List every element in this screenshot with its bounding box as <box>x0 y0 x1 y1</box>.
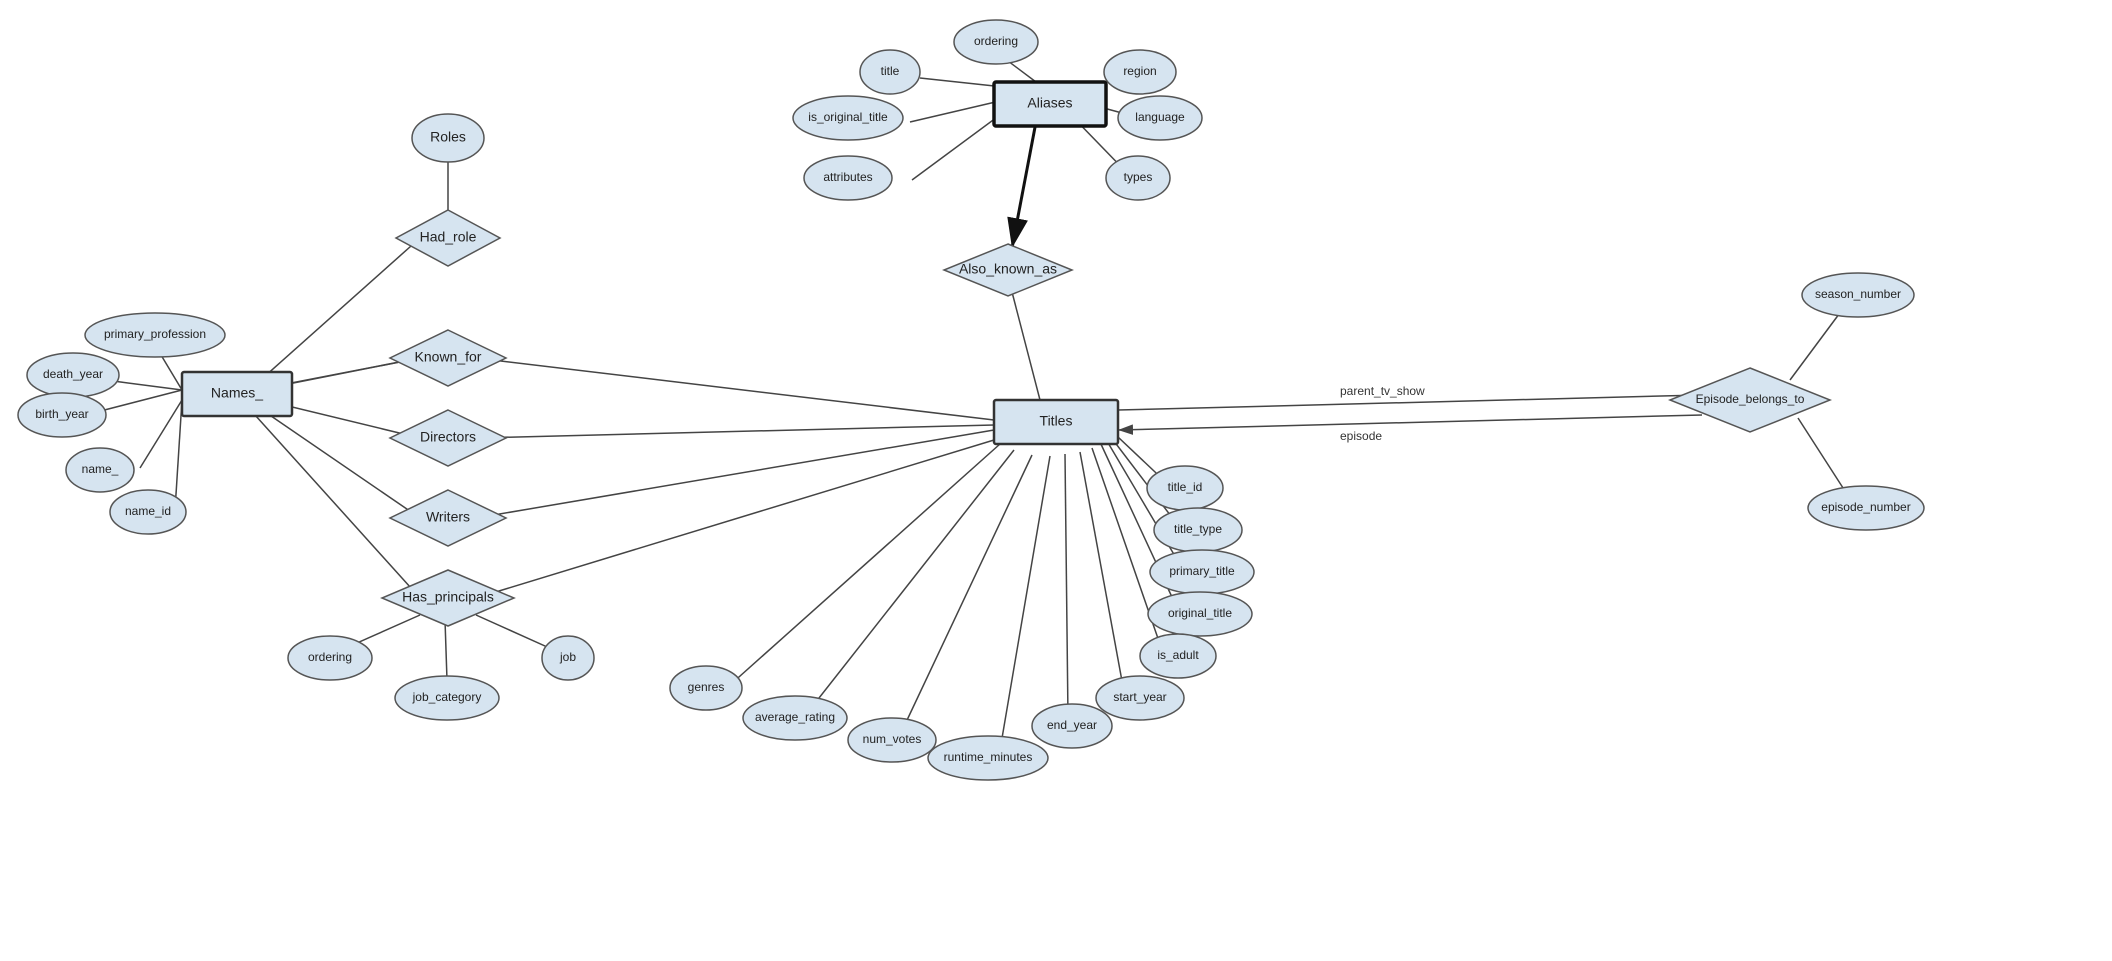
attr-original-title-label: original_title <box>1168 606 1232 620</box>
attr-birth-year-label: birth_year <box>35 407 88 421</box>
attr-num-votes-label: num_votes <box>863 732 922 746</box>
attr-runtime-minutes-label: runtime_minutes <box>944 750 1033 764</box>
line-episode-arrow <box>1118 415 1702 430</box>
attr-job-category-label: job_category <box>412 690 482 704</box>
attr-roles-label: Roles <box>430 129 466 145</box>
attr-end-year-label: end_year <box>1047 718 1097 732</box>
attr-season-number-label: season_number <box>1815 287 1901 301</box>
attr-average-rating-label: average_rating <box>755 710 835 724</box>
attr-name-id-label: name_id <box>125 504 171 518</box>
line-num-votes <box>900 455 1032 735</box>
attr-job-label: job <box>559 650 576 664</box>
rel-had-role-label: Had_role <box>420 229 477 245</box>
line-attributes <box>912 112 1004 180</box>
attr-primary-title-label: primary_title <box>1169 564 1235 578</box>
rel-known-for-label: Known_for <box>415 349 482 365</box>
attr-name-label: name_ <box>82 462 119 476</box>
line-job-category <box>445 620 447 680</box>
line-average-rating <box>808 450 1014 712</box>
attr-attributes-label: attributes <box>823 170 872 184</box>
attr-death-year-label: death_year <box>43 367 103 381</box>
line-aliases-to-also-known-as <box>1012 122 1036 248</box>
rel-writers-label: Writers <box>426 509 470 525</box>
attr-genres-label: genres <box>688 680 725 694</box>
line-writers-to-names <box>255 405 420 518</box>
entity-titles-label: Titles <box>1040 413 1073 429</box>
line-writers-to-titles <box>476 430 994 518</box>
line-name <box>140 400 182 468</box>
attr-types-label: types <box>1124 170 1153 184</box>
attr-ordering-principals-label: ordering <box>308 650 352 664</box>
entity-names-label: Names_ <box>211 385 263 401</box>
rel-directors-label: Directors <box>420 429 476 445</box>
attr-start-year-label: start_year <box>1113 690 1166 704</box>
edge-label-episode: episode <box>1340 429 1382 443</box>
attr-title-type-label: title_type <box>1174 522 1222 536</box>
er-diagram: parent_tv_show episode Names_ Titles Ali… <box>0 0 2112 956</box>
line-end-year <box>1065 454 1068 718</box>
line-runtime-minutes <box>1000 456 1050 750</box>
attr-ordering-alias-label: ordering <box>974 34 1018 48</box>
rel-episode-belongs-to-label: Episode_belongs_to <box>1696 392 1805 406</box>
attr-language-label: language <box>1135 110 1185 124</box>
line-name-id <box>175 400 182 510</box>
attr-is-adult-label: is_adult <box>1157 648 1199 662</box>
edge-label-parent-tv-show: parent_tv_show <box>1340 384 1425 398</box>
line-genres <box>730 444 1000 685</box>
entity-aliases-label: Aliases <box>1027 95 1072 111</box>
line-hasprincipals-to-names <box>255 415 420 598</box>
line-start-year <box>1080 452 1124 692</box>
line-alsoknownas-to-titles <box>1012 292 1040 400</box>
attr-primary-profession-label: primary_profession <box>104 327 206 341</box>
attr-title-alias-label: title <box>881 64 900 78</box>
rel-has-principals-label: Has_principals <box>402 589 494 605</box>
line-directors-to-titles <box>476 425 994 438</box>
line-knownfor-to-titles <box>476 358 994 420</box>
attr-region-label: region <box>1123 64 1156 78</box>
attr-episode-number-label: episode_number <box>1821 500 1910 514</box>
line-is-original-title <box>910 100 1004 122</box>
attr-title-id-label: title_id <box>1168 480 1203 494</box>
rel-also-known-as-label: Also_known_as <box>959 261 1057 277</box>
attr-is-original-title-label: is_original_title <box>808 110 888 124</box>
